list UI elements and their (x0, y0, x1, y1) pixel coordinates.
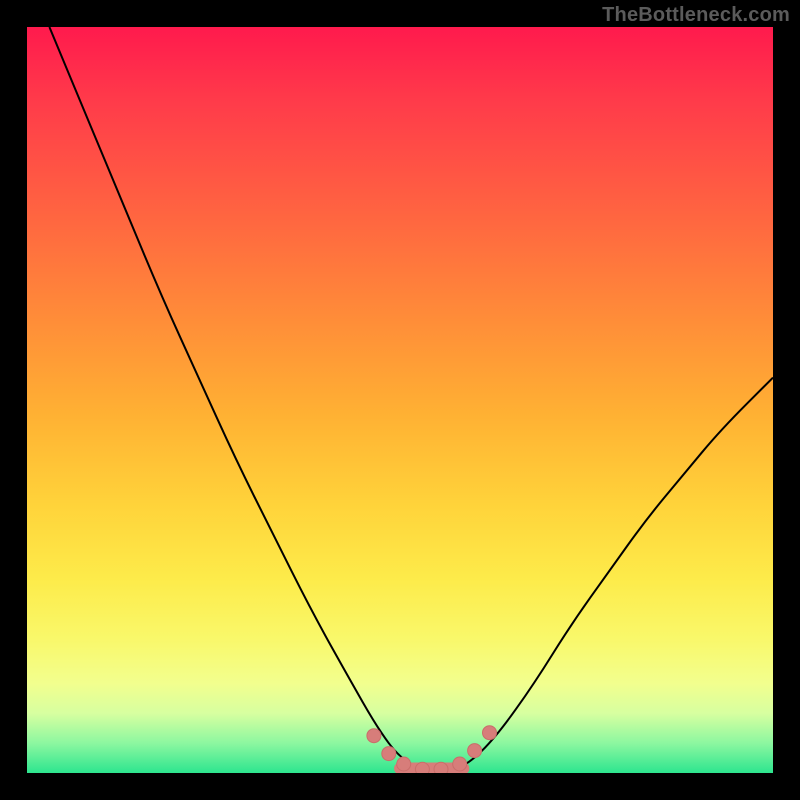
chart-frame: TheBottleneck.com (0, 0, 800, 800)
source-attribution: TheBottleneck.com (602, 4, 790, 27)
plot-area (27, 27, 773, 773)
